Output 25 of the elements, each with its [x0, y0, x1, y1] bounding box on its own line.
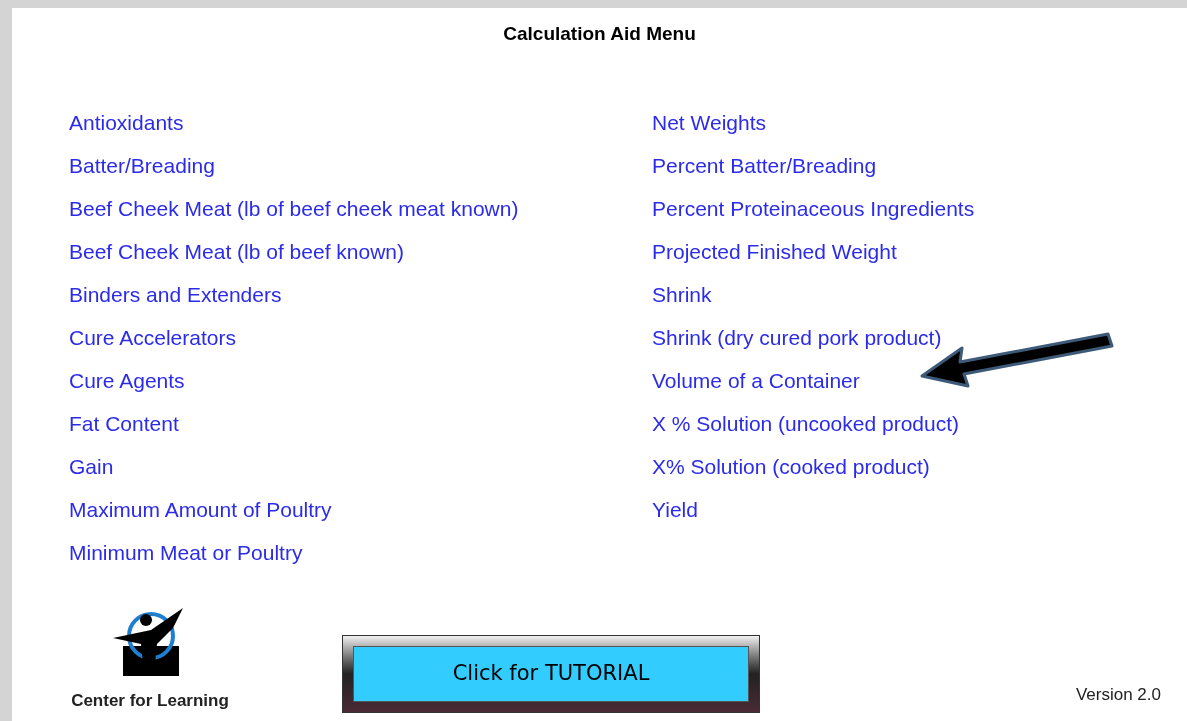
menu-link[interactable]: Projected Finished Weight [652, 239, 897, 263]
menu-link[interactable]: Shrink (dry cured pork product) [652, 325, 942, 349]
menu-link[interactable]: Cure Accelerators [69, 325, 236, 349]
menu-link[interactable]: Volume of a Container [652, 368, 860, 392]
menu-link[interactable]: Shrink [652, 282, 712, 306]
menu-title: Calculation Aid Menu [503, 22, 696, 46]
menu-link[interactable]: Maximum Amount of Poultry [69, 497, 332, 521]
tutorial-button[interactable]: Click for TUTORIAL [353, 646, 749, 702]
menu-link[interactable]: Beef Cheek Meat (lb of beef known) [69, 239, 404, 263]
menu-link[interactable]: Minimum Meat or Poultry [69, 540, 303, 564]
menu-link[interactable]: Percent Batter/Breading [652, 153, 877, 177]
menu-link[interactable]: Fat Content [69, 411, 179, 435]
menu-link[interactable]: Beef Cheek Meat (lb of beef cheek meat known) [69, 196, 519, 220]
menu-link[interactable]: Cure Agents [69, 368, 185, 392]
menu-link[interactable]: X% Solution (cooked product) [652, 454, 930, 478]
menu-link[interactable]: Net Weights [652, 110, 766, 134]
menu-link[interactable]: X % Solution (uncooked product) [652, 411, 959, 435]
menu-link[interactable]: Binders and Extenders [69, 282, 282, 306]
logo-caption: Center for Learning [71, 689, 229, 712]
menu-link[interactable]: Gain [69, 454, 114, 478]
menu-link[interactable]: Yield [652, 497, 698, 521]
menu-link[interactable]: Antioxidants [69, 110, 184, 134]
version-label: Version 2.0 [1075, 683, 1162, 706]
menu-link[interactable]: Percent Proteinaceous Ingredients [652, 196, 975, 220]
menu-link[interactable]: Batter/Breading [69, 153, 215, 177]
